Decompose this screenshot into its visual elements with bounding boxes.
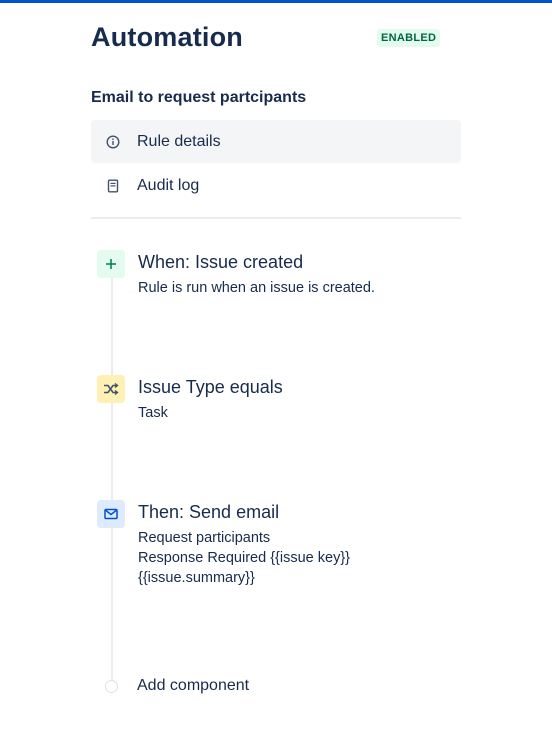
nav-item-audit-log[interactable]: Audit log — [91, 164, 461, 207]
divider — [91, 217, 461, 219]
shuffle-icon — [97, 375, 125, 403]
step-title: Issue Type equals — [138, 377, 283, 397]
timeline-connector — [111, 262, 113, 682]
add-component-label: Add component — [137, 677, 250, 694]
step-description: Task — [138, 405, 168, 421]
envelope-icon — [97, 500, 125, 528]
info-icon — [105, 134, 121, 150]
plus-icon — [97, 250, 125, 278]
step-condition[interactable]: Issue Type equals Task — [97, 375, 457, 431]
automation-rule-panel: Automation ENABLED Email to request part… — [0, 0, 552, 751]
document-icon — [105, 178, 121, 194]
step-description: Request participants Response Required {… — [138, 528, 350, 588]
step-trigger[interactable]: When: Issue created Rule is run when an … — [97, 250, 457, 310]
description-line: {{issue.summary}} — [138, 570, 255, 586]
status-badge: ENABLED — [377, 29, 441, 47]
add-component-button[interactable]: Add component — [97, 675, 297, 697]
nav-item-rule-details[interactable]: Rule details — [91, 120, 461, 163]
nav-item-label: Audit log — [137, 176, 200, 194]
description-line: Response Required {{issue key}} — [138, 550, 351, 566]
nav-item-label: Rule details — [137, 132, 221, 150]
step-action[interactable]: Then: Send email Request participants Re… — [97, 500, 457, 600]
rule-name: Email to request partcipants — [91, 89, 307, 106]
description-line: Request participants — [138, 530, 271, 546]
page-title: Automation — [91, 22, 243, 52]
step-title: When: Issue created — [138, 252, 304, 272]
step-title: Then: Send email — [138, 502, 280, 522]
page-header: Automation ENABLED — [91, 22, 461, 62]
step-description: Rule is run when an issue is created. — [138, 280, 375, 296]
timeline-node-icon — [105, 679, 118, 693]
